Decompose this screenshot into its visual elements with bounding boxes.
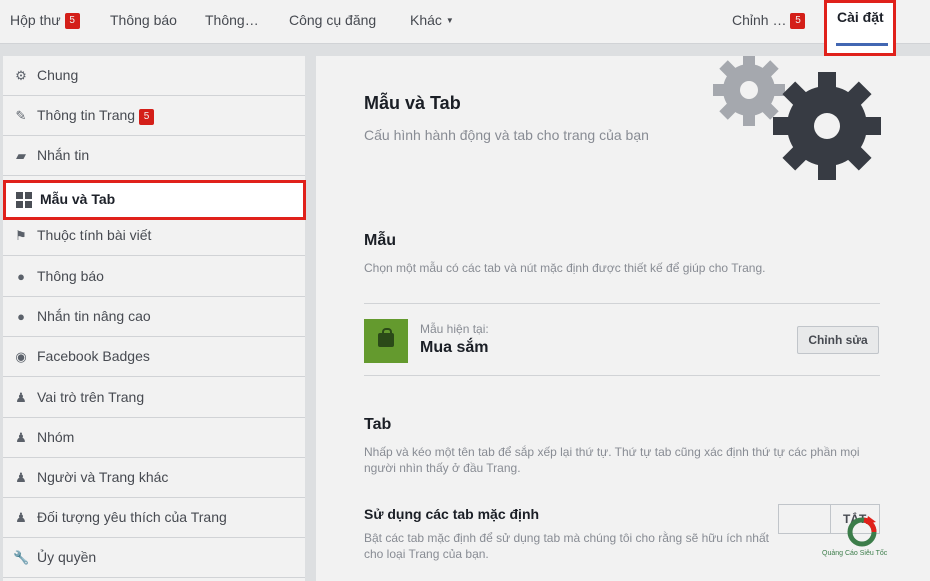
caret-down-icon: ▼ (445, 16, 454, 25)
sidebar-item-page-roles[interactable]: ♟ Vai trò trên Trang (3, 378, 305, 418)
page-subtitle: Cấu hình hành động và tab cho trang của … (364, 127, 649, 143)
tab-settings-label: Cài đặt (837, 9, 884, 25)
inbox-badge: 5 (64, 13, 80, 29)
sidebar-item-label: Ủy quyền (37, 549, 97, 565)
badge-icon: ◉ (15, 349, 27, 364)
nav-more[interactable]: Khác ▼ (410, 0, 454, 44)
sidebar-item-label: Vai trò trên Trang (37, 389, 145, 405)
current-template-label: Mẫu hiện tại: (420, 322, 489, 336)
person-icon: ♟ (15, 390, 27, 405)
sidebar-item-label: Đối tượng yêu thích của Trang (37, 509, 227, 525)
sidebar-item-label: Thuộc tính bài viết (37, 227, 152, 243)
settings-sidebar: ⚙ Chung ✎ Thông tin Trang 5 ▰ Nhắn tin Mẫ… (3, 56, 306, 581)
current-template-name: Mua sắm (420, 339, 489, 356)
tabs-heading: Tab (364, 416, 392, 433)
edit-page-badge: 5 (790, 13, 806, 29)
sidebar-item-people-other-pages[interactable]: ♟ Người và Trang khác (3, 458, 305, 498)
divider (364, 375, 880, 376)
nav-edit-page-label: Chỉnh … (732, 12, 787, 28)
sidebar-item-facebook-badges[interactable]: ◉ Facebook Badges (3, 337, 305, 377)
nav-more-label: Khác (410, 12, 442, 28)
globe-icon: ● (17, 269, 25, 284)
sidebar-item-label: Mẫu và Tab (40, 191, 116, 207)
divider (364, 303, 880, 304)
template-description: Chọn một mẫu có các tab và nút mặc định … (364, 261, 766, 275)
sidebar-item-groups[interactable]: ♟ Nhóm (3, 418, 305, 458)
person-plus-icon: ♟ (15, 470, 27, 485)
group-icon: ♟ (15, 430, 27, 445)
default-tabs-description-line2: cho loại Trang của bạn. (364, 547, 489, 561)
sidebar-item-templates-tabs[interactable]: Mẫu và Tab (3, 180, 306, 220)
page-title: Mẫu và Tab (364, 93, 461, 113)
person-star-icon: ♟ (15, 510, 27, 525)
gears-illustration (713, 56, 881, 180)
sidebar-item-label: Người và Trang khác (37, 469, 169, 485)
sidebar-item-messaging[interactable]: ▰ Nhắn tin (3, 136, 305, 176)
grid-icon (16, 192, 32, 208)
sidebar-item-label: Nhắn tin nâng cao (37, 308, 151, 324)
active-tab-indicator (836, 43, 888, 46)
sidebar-item-page-info[interactable]: ✎ Thông tin Trang 5 (3, 96, 305, 136)
sidebar-item-label: Thông tin Trang 5 (37, 107, 155, 125)
nav-publishing-tools[interactable]: Công cụ đăng (289, 0, 376, 44)
top-nav: Hộp thư 5 Thông báo Thông… Công cụ đăng K… (0, 0, 930, 44)
default-tabs-label: Sử dụng các tab mặc định (364, 506, 540, 522)
sidebar-item-label: Nhắn tin (37, 147, 90, 163)
default-tabs-description-line1: Bật các tab mặc định để sử dụng tab mà c… (364, 531, 769, 545)
sidebar-item-label: Chung (37, 67, 79, 83)
main-panel: Mẫu và Tab Cấu hình hành động và tab cho… (316, 56, 930, 581)
sidebar-item-post-attribution[interactable]: ⚑ Thuộc tính bài viết (3, 216, 305, 256)
tabs-description-line1: Nhấp và kéo một tên tab để sắp xếp lại t… (364, 445, 860, 459)
gear-icon: ⚙ (15, 68, 27, 83)
small-gear-icon (713, 56, 785, 126)
tabs-description-line2: người nhìn thấy ở đầu Trang. (364, 461, 521, 475)
wrench-icon: 🔧 (13, 550, 30, 565)
template-thumbnail (364, 319, 408, 363)
sidebar-item-label: Thông báo (37, 268, 104, 284)
sidebar-item-notifications[interactable]: ● Thông báo (3, 257, 305, 297)
page-info-badge: 5 (139, 109, 155, 125)
nav-notifications[interactable]: Thông báo (110, 0, 177, 44)
flag-icon: ⚑ (15, 228, 27, 243)
sidebar-item-text: Thông tin Trang (37, 107, 136, 123)
watermark-mark-icon (847, 516, 877, 547)
chat-bubble-icon: ● (17, 309, 25, 324)
sidebar-item-preferred-audience[interactable]: ♟ Đối tượng yêu thích của Trang (3, 498, 305, 538)
sidebar-item-general[interactable]: ⚙ Chung (3, 56, 305, 96)
sidebar-item-label: Nhóm (37, 429, 75, 445)
tab-settings[interactable]: Cài đặt (824, 0, 896, 56)
messages-icon: ▰ (16, 148, 26, 163)
nav-insights[interactable]: Thông… (205, 0, 259, 44)
template-heading: Mẫu (364, 232, 396, 249)
large-gear-icon (773, 72, 881, 180)
nav-edit-page[interactable]: Chỉnh … 5 (732, 0, 806, 44)
sidebar-item-label: Facebook Badges (37, 348, 150, 364)
watermark-text: Quảng Cáo Siêu Tốc (822, 550, 888, 557)
sidebar-item-authorizations[interactable]: 🔧 Ủy quyền (3, 538, 305, 578)
edit-template-button[interactable]: Chỉnh sửa (797, 326, 879, 354)
nav-inbox-label: Hộp thư (10, 12, 61, 28)
pencil-icon: ✎ (15, 108, 27, 123)
shopping-bag-icon (378, 328, 394, 347)
nav-inbox[interactable]: Hộp thư 5 (10, 0, 80, 44)
sidebar-item-advanced-messaging[interactable]: ● Nhắn tin nâng cao (3, 297, 305, 337)
watermark-logo: Quảng Cáo Siêu Tốc (818, 514, 908, 566)
